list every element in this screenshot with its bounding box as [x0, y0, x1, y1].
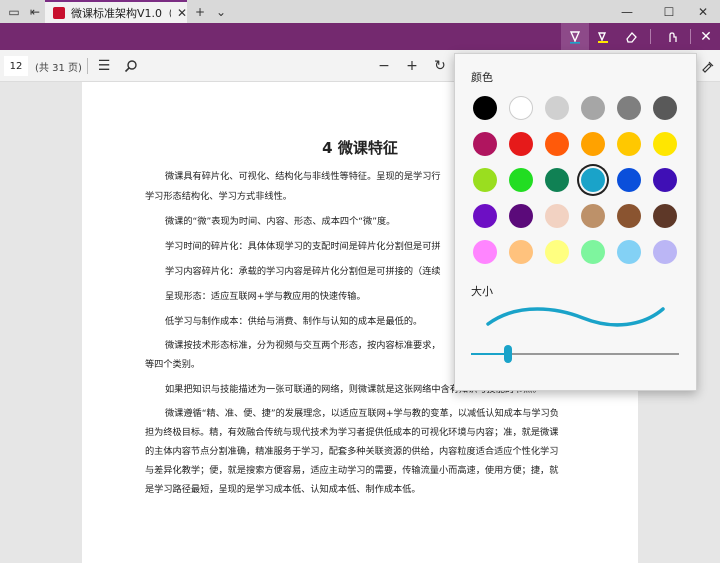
eraser-icon[interactable] [617, 23, 645, 50]
touch-write-icon[interactable] [658, 23, 686, 50]
color-swatch[interactable] [509, 96, 533, 120]
page-total-label: (共 31 页) [35, 63, 82, 74]
tab-list-chevron-icon[interactable]: ⌄ [211, 2, 231, 22]
text-line: 是学习路径最短，呈现的是学习成本低、认知成本低、制作成本低。 [145, 484, 421, 495]
color-swatch[interactable] [581, 132, 605, 156]
tab-back-icon[interactable]: ⇤ [25, 2, 45, 22]
new-tab-icon[interactable]: + [190, 2, 210, 22]
color-swatch[interactable] [617, 96, 641, 120]
toolbar-separator [87, 58, 88, 74]
color-swatch[interactable] [509, 240, 533, 264]
window-close-button[interactable]: ✕ [680, 0, 720, 23]
size-slider-thumb[interactable] [504, 345, 513, 363]
color-swatch[interactable] [653, 240, 677, 264]
pin-ink-icon[interactable] [697, 56, 717, 76]
color-swatch[interactable] [653, 168, 677, 192]
color-swatch[interactable] [473, 168, 497, 192]
title-bar: ▭ ⇤ 微课标准架构V1.0（发布 ✕ + ⌄ — ☐ ✕ [0, 0, 720, 23]
color-swatch[interactable] [473, 96, 497, 120]
color-swatch[interactable] [581, 240, 605, 264]
color-swatch[interactable] [473, 240, 497, 264]
tab-close-icon[interactable]: ✕ [177, 6, 187, 20]
contents-list-icon[interactable]: ☰ [94, 56, 114, 76]
zoom-out-icon[interactable]: − [374, 56, 394, 76]
page-number-input[interactable]: 12 [4, 56, 28, 76]
color-swatch[interactable] [653, 204, 677, 228]
text-line: 担为终极目标。精，有效融合传统与现代技术为学习者提供低成本的可视化环境与内容；准… [145, 427, 559, 438]
color-swatch[interactable] [581, 96, 605, 120]
size-slider-fill [471, 353, 509, 355]
color-swatch[interactable] [617, 132, 641, 156]
zoom-in-icon[interactable]: + [402, 56, 422, 76]
color-swatch[interactable] [473, 204, 497, 228]
stroke-preview [486, 307, 665, 327]
color-swatch[interactable] [617, 240, 641, 264]
tab-actions-icon[interactable]: ▭ [4, 2, 24, 22]
rotate-icon[interactable]: ↻ [430, 56, 450, 76]
close-icon[interactable]: ✕ [692, 23, 720, 50]
ink-toolbar: ✕ [0, 23, 720, 50]
text-line: 微课遵循“精、准、便、捷”的发展理念，以适应互联网+学与教的变革，以减低认知成本… [165, 408, 559, 419]
color-swatch[interactable] [581, 168, 605, 192]
highlighter-icon[interactable] [589, 23, 617, 50]
color-swatch[interactable] [653, 132, 677, 156]
color-swatch[interactable] [617, 168, 641, 192]
color-swatch[interactable] [545, 204, 569, 228]
color-swatch[interactable] [581, 204, 605, 228]
color-swatch[interactable] [545, 96, 569, 120]
color-swatch[interactable] [545, 240, 569, 264]
pen-settings-flyout: 颜色 大小 [454, 53, 697, 391]
color-swatch[interactable] [545, 132, 569, 156]
color-swatch[interactable] [509, 204, 533, 228]
toolbar-separator [650, 29, 651, 44]
color-swatch[interactable] [653, 96, 677, 120]
text-line: 的主体内容节点分割准确，精准服务于学习，配套多种关联资源的供给，内容粒度适合适应… [145, 446, 559, 457]
size-label: 大小 [471, 285, 493, 298]
tab-title: 微课标准架构V1.0（发布 [71, 6, 171, 20]
color-swatch[interactable] [617, 204, 641, 228]
color-swatch[interactable] [545, 168, 569, 192]
toolbar-separator [690, 29, 691, 44]
pen-icon[interactable] [561, 23, 589, 50]
color-swatch[interactable] [509, 132, 533, 156]
search-icon[interactable] [121, 56, 141, 76]
pdf-favicon-icon [53, 6, 65, 19]
tab-active[interactable]: 微课标准架构V1.0（发布 ✕ [45, 0, 187, 23]
color-label: 颜色 [471, 71, 493, 84]
color-swatch[interactable] [509, 168, 533, 192]
color-swatch[interactable] [473, 132, 497, 156]
text-line: 与差异化教学；便，就是搜索方便容易，适应主动学习的需要，传输流量小而高速，使用方… [145, 465, 559, 476]
minimize-button[interactable]: — [604, 0, 650, 23]
